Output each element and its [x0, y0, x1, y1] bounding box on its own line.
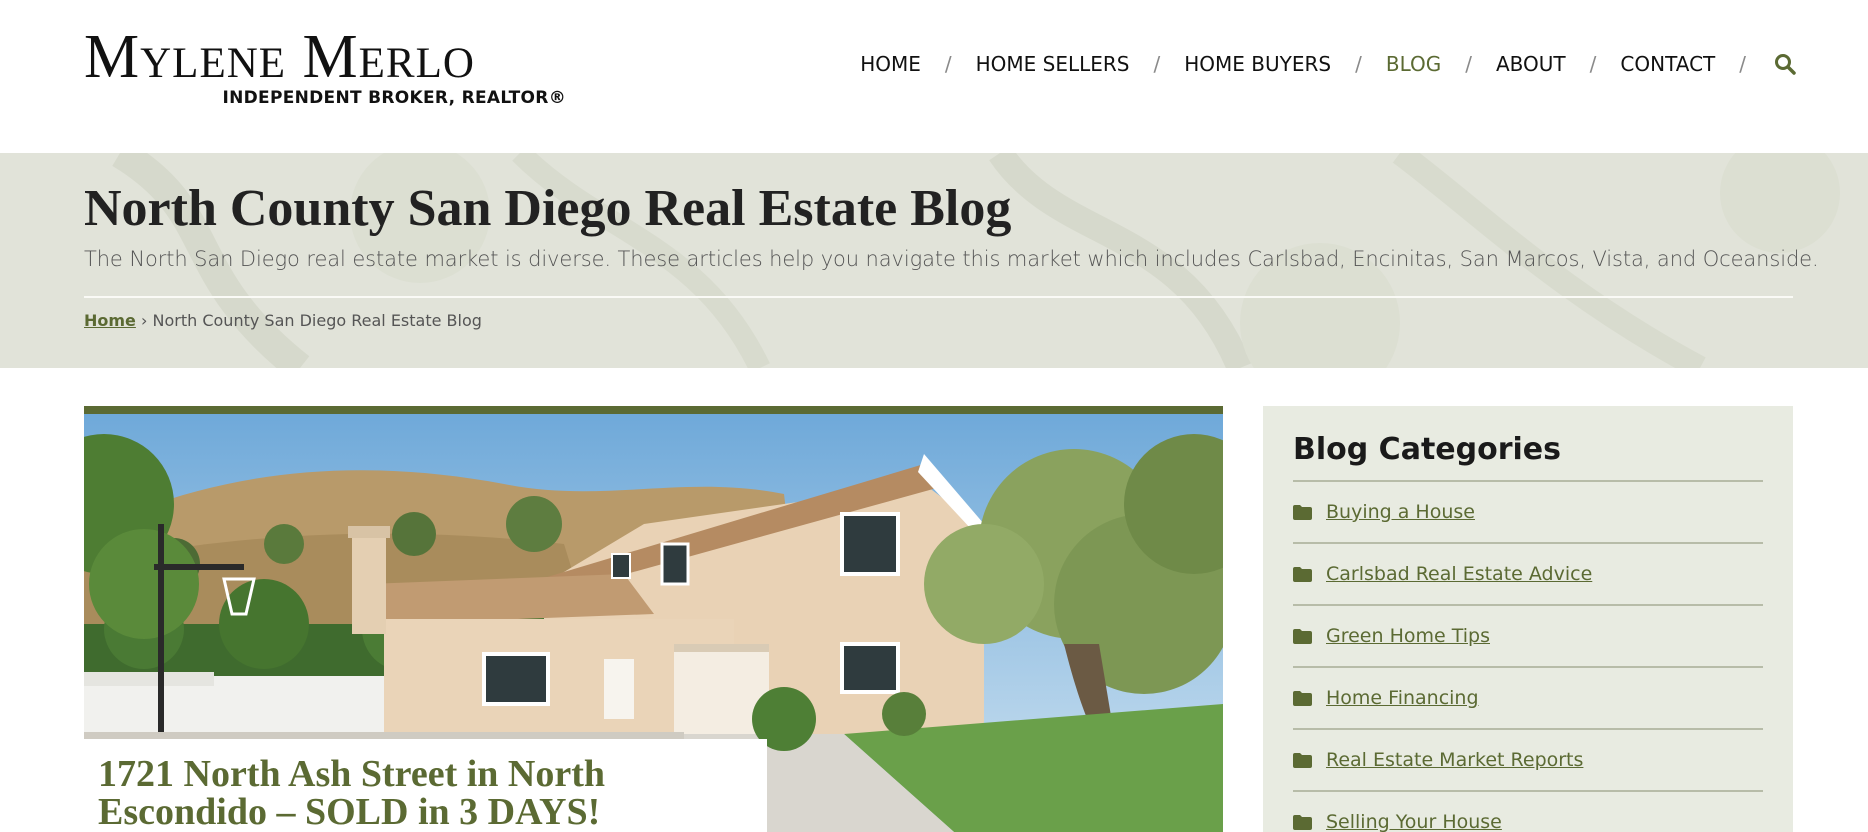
folder-icon: [1293, 504, 1312, 520]
folder-icon: [1293, 690, 1312, 706]
page-description: The North San Diego real estate market i…: [84, 247, 1819, 271]
breadcrumb-home-link[interactable]: Home: [84, 311, 136, 330]
category-link-selling-your-house[interactable]: Selling Your House: [1326, 811, 1502, 832]
featured-post[interactable]: 1721 North Ash Street in North Escondido…: [84, 406, 1223, 832]
nav-contact[interactable]: CONTACT: [1620, 52, 1715, 76]
folder-icon: [1293, 814, 1312, 830]
logo-name: Mylene Merlo: [84, 23, 475, 91]
nav-home-buyers[interactable]: HOME BUYERS: [1184, 52, 1331, 76]
nav-separator: /: [1465, 52, 1472, 76]
category-item: Selling Your House: [1293, 792, 1763, 832]
page-banner: North County San Diego Real Estate Blog …: [0, 153, 1868, 368]
folder-icon: [1293, 752, 1312, 768]
category-link-buying-a-house[interactable]: Buying a House: [1326, 501, 1475, 523]
blog-categories-sidebar: Blog Categories Buying a House Carlsbad …: [1263, 406, 1793, 832]
category-list: Buying a House Carlsbad Real Estate Advi…: [1293, 482, 1763, 832]
nav-separator: /: [1355, 52, 1362, 76]
category-link-home-financing[interactable]: Home Financing: [1326, 687, 1479, 709]
category-link-real-estate-market-reports[interactable]: Real Estate Market Reports: [1326, 749, 1583, 771]
featured-post-title[interactable]: 1721 North Ash Street in North Escondido…: [98, 755, 753, 831]
nav-separator: /: [1589, 52, 1597, 76]
category-link-carlsbad-real-estate-advice[interactable]: Carlsbad Real Estate Advice: [1326, 563, 1592, 585]
category-item: Real Estate Market Reports: [1293, 730, 1763, 792]
breadcrumb: Home › North County San Diego Real Estat…: [84, 311, 482, 330]
breadcrumb-separator: ›: [141, 311, 148, 330]
category-item: Home Financing: [1293, 668, 1763, 730]
breadcrumb-current: North County San Diego Real Estate Blog: [152, 311, 482, 330]
nav-home-sellers[interactable]: HOME SELLERS: [976, 52, 1130, 76]
nav-separator: /: [1153, 52, 1161, 76]
search-icon[interactable]: [1774, 53, 1796, 75]
site-header: Mylene Merlo INDEPENDENT BROKER, REALTOR…: [0, 0, 1868, 153]
folder-icon: [1293, 628, 1312, 644]
category-item: Green Home Tips: [1293, 606, 1763, 668]
nav-separator: /: [944, 52, 952, 76]
nav-home[interactable]: HOME: [860, 52, 921, 76]
sidebar-title: Blog Categories: [1293, 432, 1763, 482]
nav-about[interactable]: ABOUT: [1496, 52, 1566, 76]
main-nav: HOME / HOME SELLERS / HOME BUYERS / BLOG…: [860, 44, 1796, 84]
logo-tagline: INDEPENDENT BROKER, REALTOR®: [222, 88, 566, 108]
category-link-green-home-tips[interactable]: Green Home Tips: [1326, 625, 1490, 647]
banner-divider: [84, 296, 1793, 298]
site-logo[interactable]: Mylene Merlo INDEPENDENT BROKER, REALTOR…: [84, 22, 574, 114]
category-item: Carlsbad Real Estate Advice: [1293, 544, 1763, 606]
folder-icon: [1293, 566, 1312, 582]
featured-post-title-box: 1721 North Ash Street in North Escondido…: [84, 739, 767, 832]
nav-separator: /: [1739, 52, 1746, 76]
nav-blog[interactable]: BLOG: [1386, 52, 1441, 76]
category-item: Buying a House: [1293, 482, 1763, 544]
page-title: North County San Diego Real Estate Blog: [84, 180, 1012, 237]
